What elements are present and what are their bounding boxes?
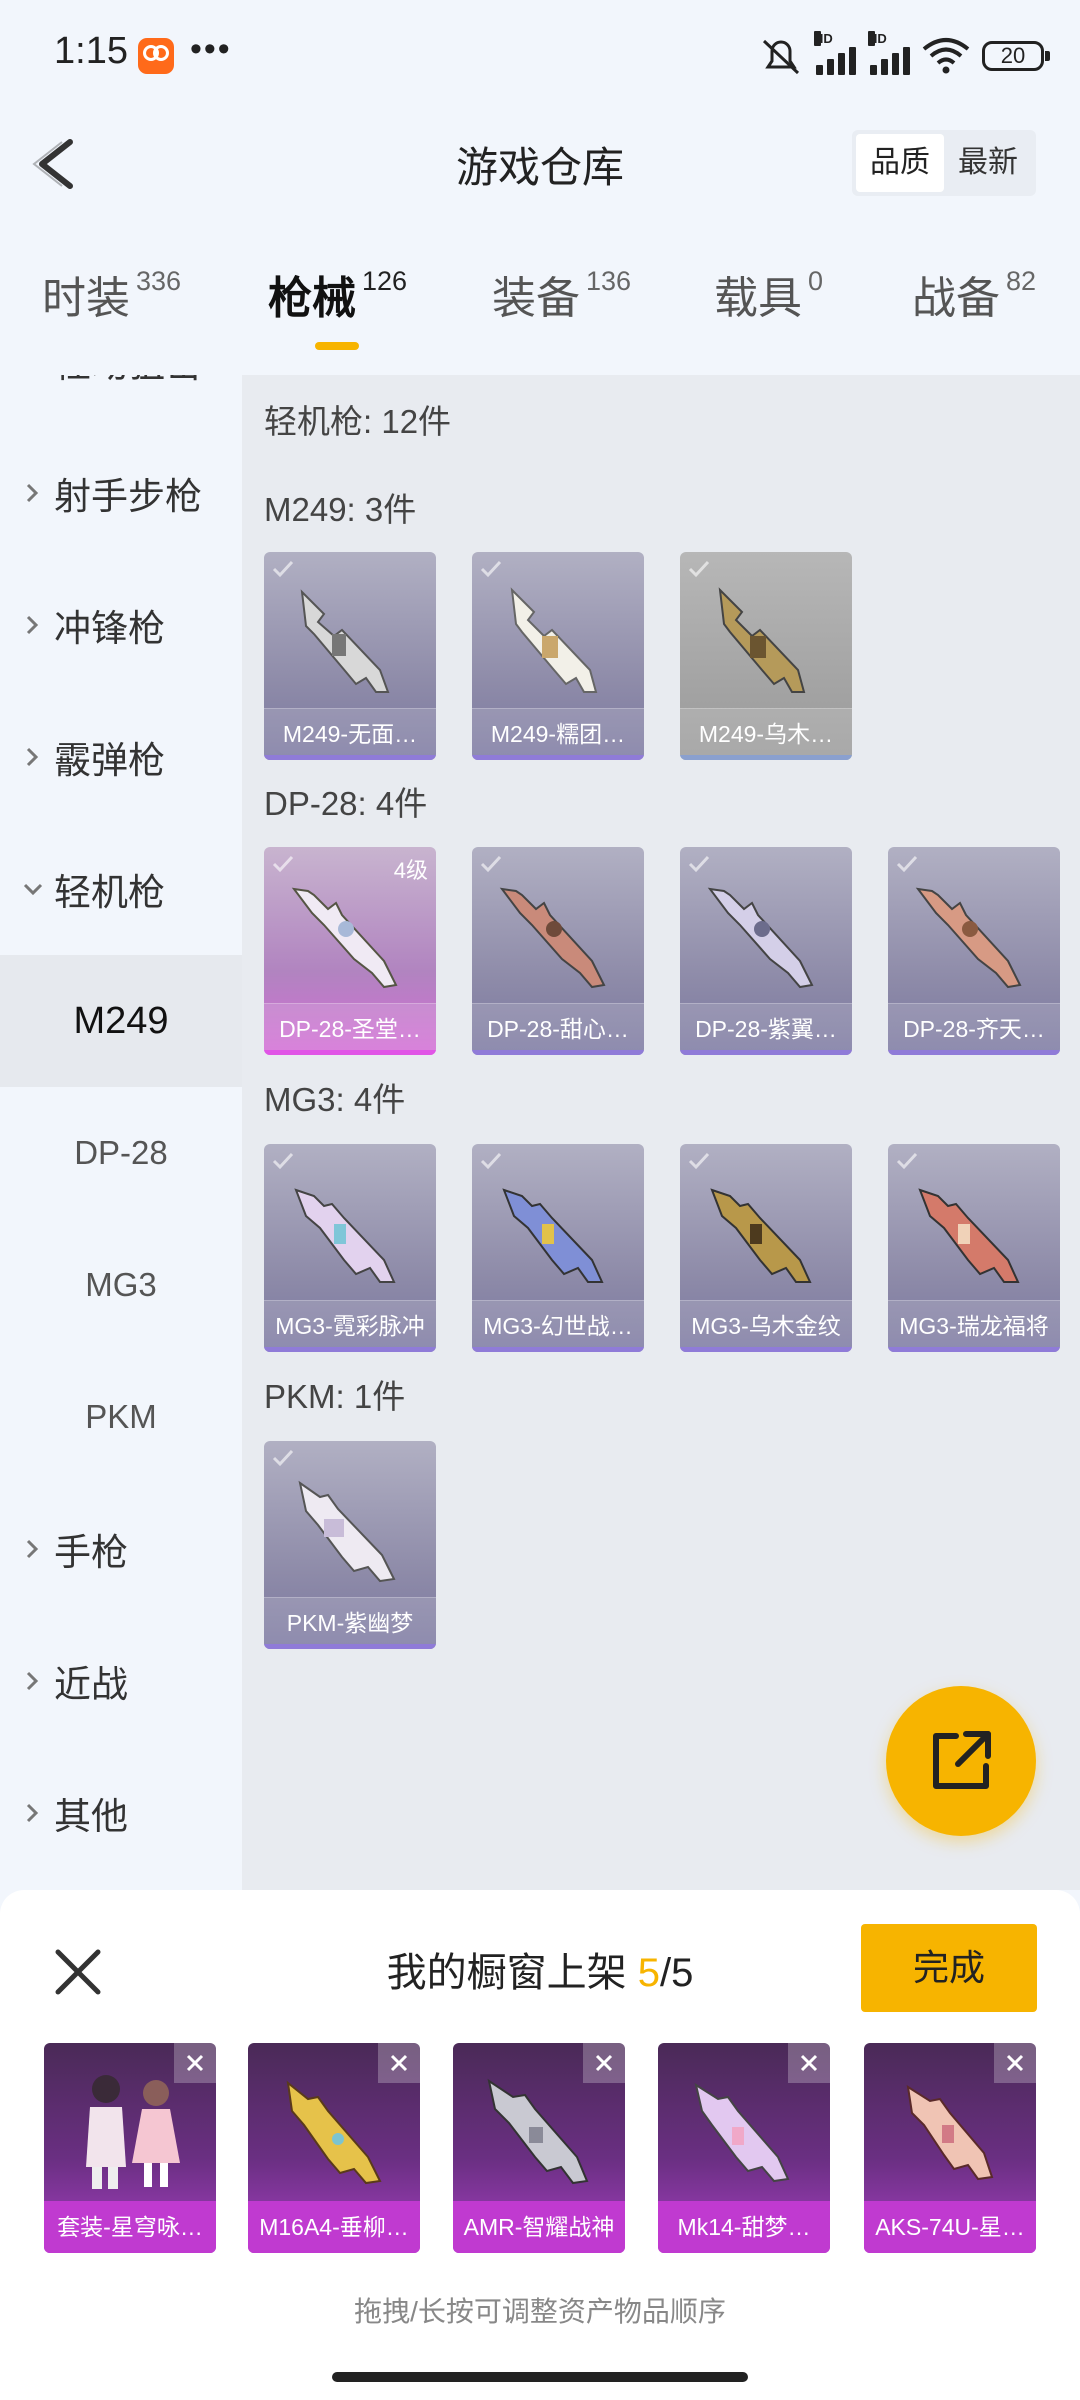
tab-supplies[interactable]: 战备 82	[912, 262, 1036, 326]
gun-skin-image	[291, 887, 398, 989]
item-card[interactable]: DP-28-甜心…	[472, 847, 644, 1055]
share-external-icon	[933, 1731, 991, 1789]
signal-icon: HD	[814, 31, 856, 75]
showcase-sheet: 我的橱窗上架 5/5 完成 套装-星穹咏… M16A4-垂柳… AMR-智耀战神…	[0, 1890, 1080, 2400]
share-fab-button[interactable]	[886, 1686, 1036, 1836]
gun-skin-image	[915, 887, 1022, 989]
remove-item-button[interactable]	[174, 2043, 216, 2083]
item-card[interactable]: DP-28-紫翼…	[680, 847, 852, 1055]
done-button[interactable]: 完成	[861, 1924, 1037, 2012]
gun-skin-image	[487, 2078, 589, 2185]
mute-icon	[762, 39, 800, 75]
item-card[interactable]: M249-糯团…	[472, 552, 644, 760]
chevron-right-icon	[26, 1803, 39, 1823]
sidebar-item-lmg[interactable]: 轻机枪	[0, 823, 242, 955]
item-card[interactable]: DP-28-齐天…	[888, 847, 1060, 1055]
battery-icon: 20	[982, 41, 1050, 71]
remove-item-button[interactable]	[788, 2043, 830, 2083]
outfit-image	[86, 2075, 180, 2189]
group-title-pkm: PKM: 1件	[264, 1378, 406, 1415]
gun-skin-image	[718, 587, 806, 693]
chevron-right-icon	[22, 375, 44, 376]
group-title-m249: M249: 3件	[264, 491, 417, 528]
gun-skin-image	[510, 587, 598, 693]
gun-skin-image	[502, 1188, 604, 1283]
item-card[interactable]: M249-乌木…	[680, 552, 852, 760]
chevron-right-icon	[26, 1539, 39, 1559]
remove-item-button[interactable]	[583, 2043, 625, 2083]
group-title-dp28: DP-28: 4件	[264, 785, 428, 822]
status-time: 1:15	[54, 30, 128, 72]
sort-quality-button[interactable]: 品质	[856, 134, 944, 192]
gun-skin-image	[906, 2084, 994, 2181]
showcase-item[interactable]: M16A4-垂柳…	[248, 2043, 420, 2253]
showcase-item[interactable]: 套装-星穹咏…	[44, 2043, 216, 2253]
chevron-right-icon	[26, 483, 39, 503]
gun-skin-image	[298, 1480, 396, 1583]
remove-item-button[interactable]	[994, 2043, 1036, 2083]
sidebar-subitem-pkm[interactable]: PKM	[0, 1351, 242, 1483]
gun-skin-image	[499, 887, 606, 989]
gun-skin-image	[300, 589, 390, 693]
wifi-icon	[922, 38, 970, 74]
sidebar-subitem-mg3[interactable]: MG3	[0, 1219, 242, 1351]
active-tab-indicator	[315, 342, 359, 350]
kuaishou-app-icon	[138, 38, 174, 74]
item-card[interactable]: 4级 DP-28-圣堂…	[264, 847, 436, 1055]
sidebar-subitem-dp28[interactable]: DP-28	[0, 1087, 242, 1219]
gun-skin-image	[294, 1188, 396, 1283]
category-tabs: 时装 336 枪械 126 装备 136 载具 0 战备 82	[0, 262, 1080, 362]
sort-newest-button[interactable]: 最新	[944, 134, 1032, 192]
category-sidebar: 栓动狙击 射手步枪 冲锋枪 霰弹枪 轻机枪 M249 DP-28 MG3 PKM…	[0, 375, 242, 1890]
tab-firearms[interactable]: 枪械 126	[268, 262, 407, 326]
tab-equipment[interactable]: 装备 136	[492, 262, 631, 326]
lmg-summary: 轻机枪: 12件	[264, 403, 452, 440]
item-card[interactable]: M249-无面…	[264, 552, 436, 760]
reorder-hint: 拖拽/长按可调整资产物品顺序	[354, 2296, 726, 2327]
sidebar-item-smg[interactable]: 冲锋枪	[0, 559, 242, 691]
gun-skin-image	[694, 2082, 790, 2183]
showcase-item[interactable]: AMR-智耀战神	[453, 2043, 625, 2253]
item-card[interactable]: MG3-乌木金纹	[680, 1144, 852, 1352]
gun-skin-image	[710, 1188, 812, 1283]
showcase-count-total: /5	[660, 1951, 694, 1995]
item-card[interactable]: MG3-幻世战…	[472, 1144, 644, 1352]
group-title-mg3: MG3: 4件	[264, 1081, 406, 1118]
item-card[interactable]: MG3-霓彩脉冲	[264, 1144, 436, 1352]
chevron-right-icon	[26, 747, 39, 767]
sidebar-item-pistol[interactable]: 手枪	[0, 1483, 242, 1615]
more-notifications-icon: •••	[190, 30, 232, 68]
gun-skin-image	[286, 2080, 382, 2185]
item-grid-panel: 轻机枪: 12件 M249: 3件 M249-无面… M249-糯团… M249…	[242, 375, 1080, 1890]
signal-icon-2: HD	[868, 31, 910, 75]
sidebar-item-bolt-sniper[interactable]: 栓动狙击	[0, 375, 242, 427]
remove-item-button[interactable]	[378, 2043, 420, 2083]
sidebar-item-marksman-rifle[interactable]: 射手步枪	[0, 427, 242, 559]
showcase-item[interactable]: Mk14-甜梦…	[658, 2043, 830, 2253]
tab-vehicles[interactable]: 载具 0	[714, 262, 823, 326]
item-card[interactable]: MG3-瑞龙福将	[888, 1144, 1060, 1352]
chevron-down-icon	[23, 883, 43, 896]
gun-skin-image	[918, 1188, 1020, 1283]
sidebar-item-other[interactable]: 其他	[0, 1747, 242, 1879]
sort-toggle: 品质 最新	[852, 130, 1036, 196]
gun-skin-image	[707, 887, 814, 989]
chevron-right-icon	[26, 1671, 39, 1691]
sidebar-item-melee[interactable]: 近战	[0, 1615, 242, 1747]
sidebar-item-shotgun[interactable]: 霰弹枪	[0, 691, 242, 823]
tab-fashion[interactable]: 时装 336	[42, 262, 181, 326]
item-card[interactable]: PKM-紫幽梦	[264, 1441, 436, 1649]
header: 游戏仓库 品质 最新	[0, 112, 1080, 216]
showcase-item[interactable]: AKS-74U-星…	[864, 2043, 1036, 2253]
showcase-count-current: 5	[637, 1951, 660, 1995]
chevron-right-icon	[26, 615, 39, 635]
home-indicator[interactable]	[332, 2372, 748, 2382]
status-bar: 1:15 ••• HD HD 20	[0, 0, 1080, 112]
sidebar-subitem-m249[interactable]: M249	[0, 955, 242, 1087]
